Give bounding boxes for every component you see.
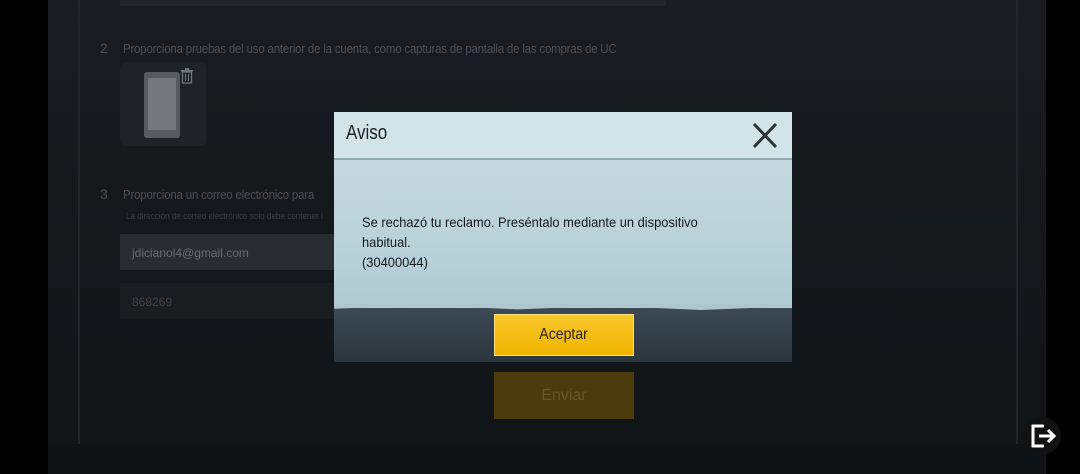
exit-icon[interactable] [1022,416,1062,456]
accept-button[interactable]: Aceptar [494,314,634,356]
close-icon[interactable] [748,120,782,152]
dialog-divider [334,158,792,160]
notice-dialog: Aviso Se rechazó tu reclamo. Preséntalo … [334,112,792,362]
dialog-message-line1: Se rechazó tu reclamo. Preséntalo median… [362,214,698,250]
dialog-message: Se rechazó tu reclamo. Preséntalo median… [362,212,739,272]
dialog-title: Aviso [346,122,388,144]
accept-button-label: Aceptar [539,326,589,343]
dialog-header [334,112,792,160]
dialog-message-code: (30400044) [362,254,428,270]
